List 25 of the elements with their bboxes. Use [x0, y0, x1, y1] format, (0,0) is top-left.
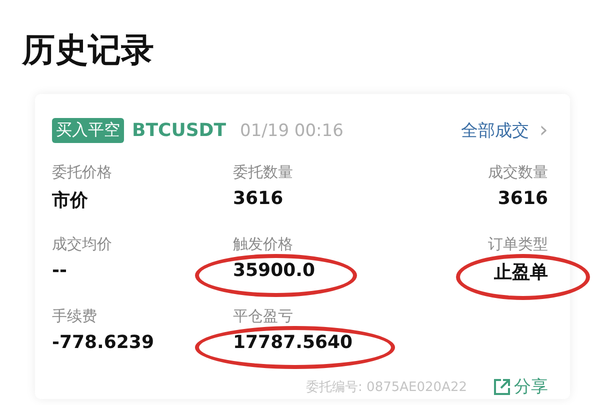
field-value: 止盈单: [494, 260, 548, 284]
field-value: -778.6239: [52, 332, 154, 353]
field-label: 委托价格: [52, 163, 112, 182]
field-value: 市价: [52, 189, 88, 212]
field-value: 17787.5640: [233, 332, 353, 353]
symbol: BTCUSDT: [132, 120, 226, 141]
field-label: 手续费: [52, 307, 97, 326]
order-time: 01/19 00:16: [240, 120, 344, 140]
page-title: 历史记录: [22, 29, 155, 71]
field-value: --: [52, 260, 67, 281]
field-value: 3616: [233, 188, 284, 209]
share-icon: [493, 378, 511, 396]
field-label: 委托数量: [233, 163, 293, 182]
chevron-icon: ›: [539, 118, 548, 143]
side-badge: 买入平空: [52, 118, 124, 143]
order-id: 委托编号: 0875AE020A22: [306, 378, 467, 396]
field-label: 成交均价: [52, 235, 112, 254]
field-label: 触发价格: [233, 235, 293, 254]
share-button[interactable]: 分享: [493, 375, 548, 398]
field-value: 35900.0: [233, 260, 315, 281]
field-value: 3616: [498, 188, 548, 209]
all-trades-link[interactable]: 全部成交 ›: [461, 118, 548, 143]
field-label: 订单类型: [488, 235, 548, 254]
field-label: 成交数量: [488, 163, 548, 182]
field-label: 平仓盈亏: [233, 307, 293, 326]
